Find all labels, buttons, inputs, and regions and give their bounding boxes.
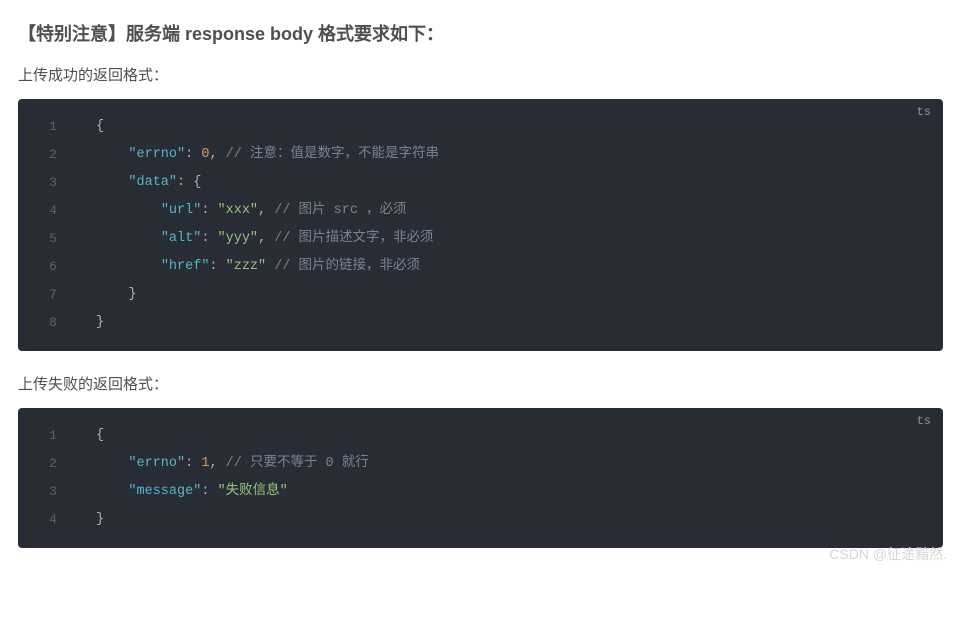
colon: : [185,456,201,471]
json-key: "alt" [161,231,202,246]
page-heading: 【特别注意】服务端 response body 格式要求如下： [18,20,943,46]
comment: // 图片 src ，必须 [274,203,406,218]
line-number: 3 [18,478,88,506]
comment: // 图片的链接，非必须 [274,259,420,274]
brace: } [96,512,104,527]
brace: : { [177,175,201,190]
line-number: 2 [18,450,88,478]
indent [96,231,161,246]
code-content[interactable]: { "errno": 0, // 注意：值是数字，不能是字符串 "data": … [88,99,943,351]
line-number: 4 [18,197,88,225]
line-number: 7 [18,281,88,309]
line-number: 1 [18,113,88,141]
json-string: "zzz" [226,259,267,274]
json-key: "data" [128,175,177,190]
line-number: 5 [18,225,88,253]
code-block-success: ts 1 2 3 4 5 6 7 8 { "errno": 0, // 注意：值… [18,99,943,351]
brace: } [96,287,137,302]
json-key: "errno" [128,147,185,162]
json-key: "url" [161,203,202,218]
indent [96,484,128,499]
comma: , [209,456,225,471]
brace: } [96,315,104,330]
line-gutter: 1 2 3 4 [18,408,88,548]
line-number: 6 [18,253,88,281]
colon: : [201,203,217,218]
indent [96,175,128,190]
section1-title: 上传成功的返回格式： [18,64,943,85]
json-key: "errno" [128,456,185,471]
colon: : [201,231,217,246]
brace: { [96,428,104,443]
json-string: "yyy" [218,231,259,246]
line-number: 1 [18,422,88,450]
comma: , [258,203,274,218]
json-string: "xxx" [218,203,259,218]
brace: { [96,119,104,134]
line-number: 8 [18,309,88,337]
comma: , [209,147,225,162]
json-key: "message" [128,484,201,499]
colon: : [201,484,217,499]
indent [96,147,128,162]
line-number: 2 [18,141,88,169]
json-string: "失败信息" [218,484,288,499]
code-block-failure: ts 1 2 3 4 { "errno": 1, // 只要不等于 0 就行 "… [18,408,943,548]
comment: // 只要不等于 0 就行 [226,456,369,471]
indent [96,456,128,471]
lang-badge: ts [917,105,931,119]
line-number: 4 [18,506,88,534]
lang-badge: ts [917,414,931,428]
line-gutter: 1 2 3 4 5 6 7 8 [18,99,88,351]
comment: // 图片描述文字，非必须 [274,231,433,246]
section2-title: 上传失败的返回格式： [18,373,943,394]
json-key: "href" [161,259,210,274]
code-content[interactable]: { "errno": 1, // 只要不等于 0 就行 "message": "… [88,408,943,548]
comment: // 注意：值是数字，不能是字符串 [226,147,439,162]
watermark: CSDN @征途黯然. [829,544,947,564]
indent [96,203,161,218]
indent [96,259,161,274]
line-number: 3 [18,169,88,197]
colon: : [209,259,225,274]
comma: , [258,231,274,246]
colon: : [185,147,201,162]
